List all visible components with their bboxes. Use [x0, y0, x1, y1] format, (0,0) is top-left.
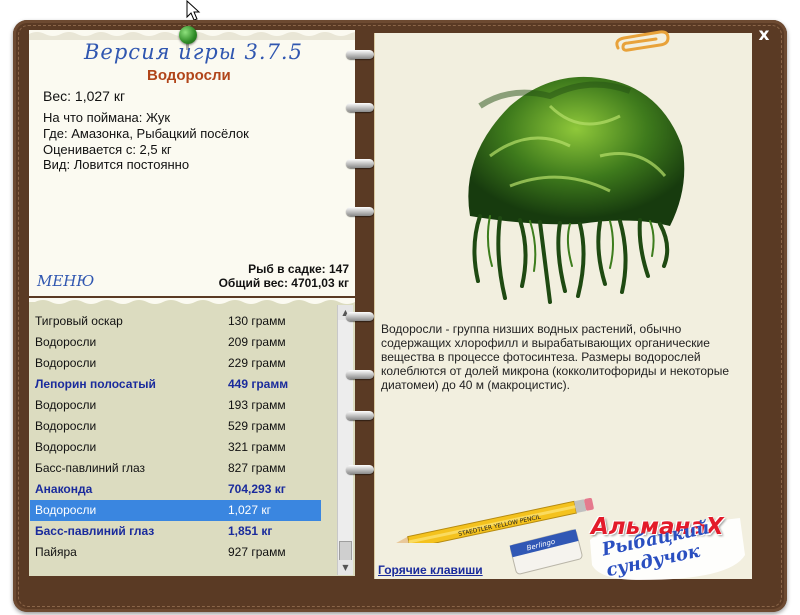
list-item-weight: 704,293 кг: [228, 482, 286, 496]
list-item-name: Лепорин полосатый: [35, 377, 156, 391]
list-item-weight: 209 грамм: [228, 335, 286, 349]
list-item-weight: 529 грамм: [228, 419, 286, 433]
hotkeys-link[interactable]: Горячие клавиши: [378, 563, 483, 577]
list-scrollbar[interactable]: ▲ ▼: [337, 305, 353, 575]
list-item-weight: 321 грамм: [228, 440, 286, 454]
list-item-weight: 130 грамм: [228, 314, 286, 328]
fish-in-cage-count: Рыб в садке: 147: [248, 262, 349, 276]
binder-ring: [346, 159, 374, 168]
binder-ring: [346, 312, 374, 321]
fish-weight: Вес: 1,027 кг: [43, 88, 126, 104]
list-item[interactable]: Водоросли 529 грамм: [30, 416, 321, 437]
list-item-name: Басс-павлиний глаз: [35, 524, 155, 538]
list-item-weight: 229 грамм: [228, 356, 286, 370]
list-item[interactable]: Тигровый оскар 130 грамм: [30, 311, 321, 332]
list-item-name: Водоросли: [35, 503, 97, 517]
eraser-icon: Berlingo: [509, 529, 583, 575]
list-item[interactable]: Водоросли 1,027 кг: [30, 500, 321, 521]
list-item[interactable]: Водоросли 229 грамм: [30, 353, 321, 374]
list-item-name: Водоросли: [35, 356, 97, 370]
mouse-cursor-icon: [186, 0, 201, 21]
scroll-thumb[interactable]: [339, 541, 352, 561]
algae-image: [468, 76, 685, 304]
paperclip-icon: [615, 30, 670, 52]
total-weight: Общий вес: 4701,03 кг: [218, 276, 349, 290]
fish-bait: На что поймана: Жук: [43, 110, 171, 125]
binder-ring: [346, 370, 374, 379]
list-item[interactable]: Водоросли 321 грамм: [30, 437, 321, 458]
list-item[interactable]: Водоросли 193 грамм: [30, 395, 321, 416]
list-item[interactable]: Пайяра 927 грамм: [30, 542, 321, 563]
list-item[interactable]: Басс-павлиний глаз 827 грамм: [30, 458, 321, 479]
binder-ring: [346, 50, 374, 59]
close-button[interactable]: x: [753, 24, 775, 46]
binder-ring: [346, 103, 374, 112]
list-item-weight: 449 грамм: [228, 377, 289, 391]
fish-description: Водоросли - группа низших водных растени…: [381, 322, 730, 392]
list-item[interactable]: Анаконда 704,293 кг: [30, 479, 321, 500]
torn-edge: [29, 298, 355, 304]
fish-title: Водоросли: [147, 67, 231, 84]
list-item-weight: 193 грамм: [228, 398, 286, 412]
list-item-weight: 1,027 кг: [228, 503, 271, 517]
binder-ring: [346, 465, 374, 474]
fish-location: Где: Амазонка, Рыбацкий посёлок: [43, 126, 249, 141]
list-item[interactable]: Лепорин полосатый 449 грамм: [30, 374, 321, 395]
list-item-name: Анаконда: [35, 482, 93, 496]
list-item-weight: 1,851 кг: [228, 524, 273, 538]
list-item-name: Водоросли: [35, 335, 97, 349]
fish-valued-from: Оценивается с: 2,5 кг: [43, 142, 172, 157]
list-item-weight: 827 грамм: [228, 461, 286, 475]
game-version: Версия игры 3.7.5: [84, 40, 303, 64]
list-item-name: Тигровый оскар: [35, 314, 123, 328]
list-item-name: Водоросли: [35, 440, 97, 454]
list-item[interactable]: Водоросли 209 грамм: [30, 332, 321, 353]
list-item[interactable]: Басс-павлиний глаз 1,851 кг: [30, 521, 321, 542]
fish-kind: Вид: Ловится постоянно: [43, 157, 190, 172]
list-item-name: Пайяра: [35, 545, 77, 559]
list-item-name: Водоросли: [35, 398, 97, 412]
list-item-weight: 927 грамм: [228, 545, 286, 559]
binder-ring: [346, 411, 374, 420]
list-item-name: Басс-павлиний глаз: [35, 461, 146, 475]
binder-ring: [346, 207, 374, 216]
list-item-name: Водоросли: [35, 419, 97, 433]
scroll-down-icon[interactable]: ▼: [338, 560, 353, 575]
menu-link[interactable]: МЕНЮ: [37, 272, 94, 290]
